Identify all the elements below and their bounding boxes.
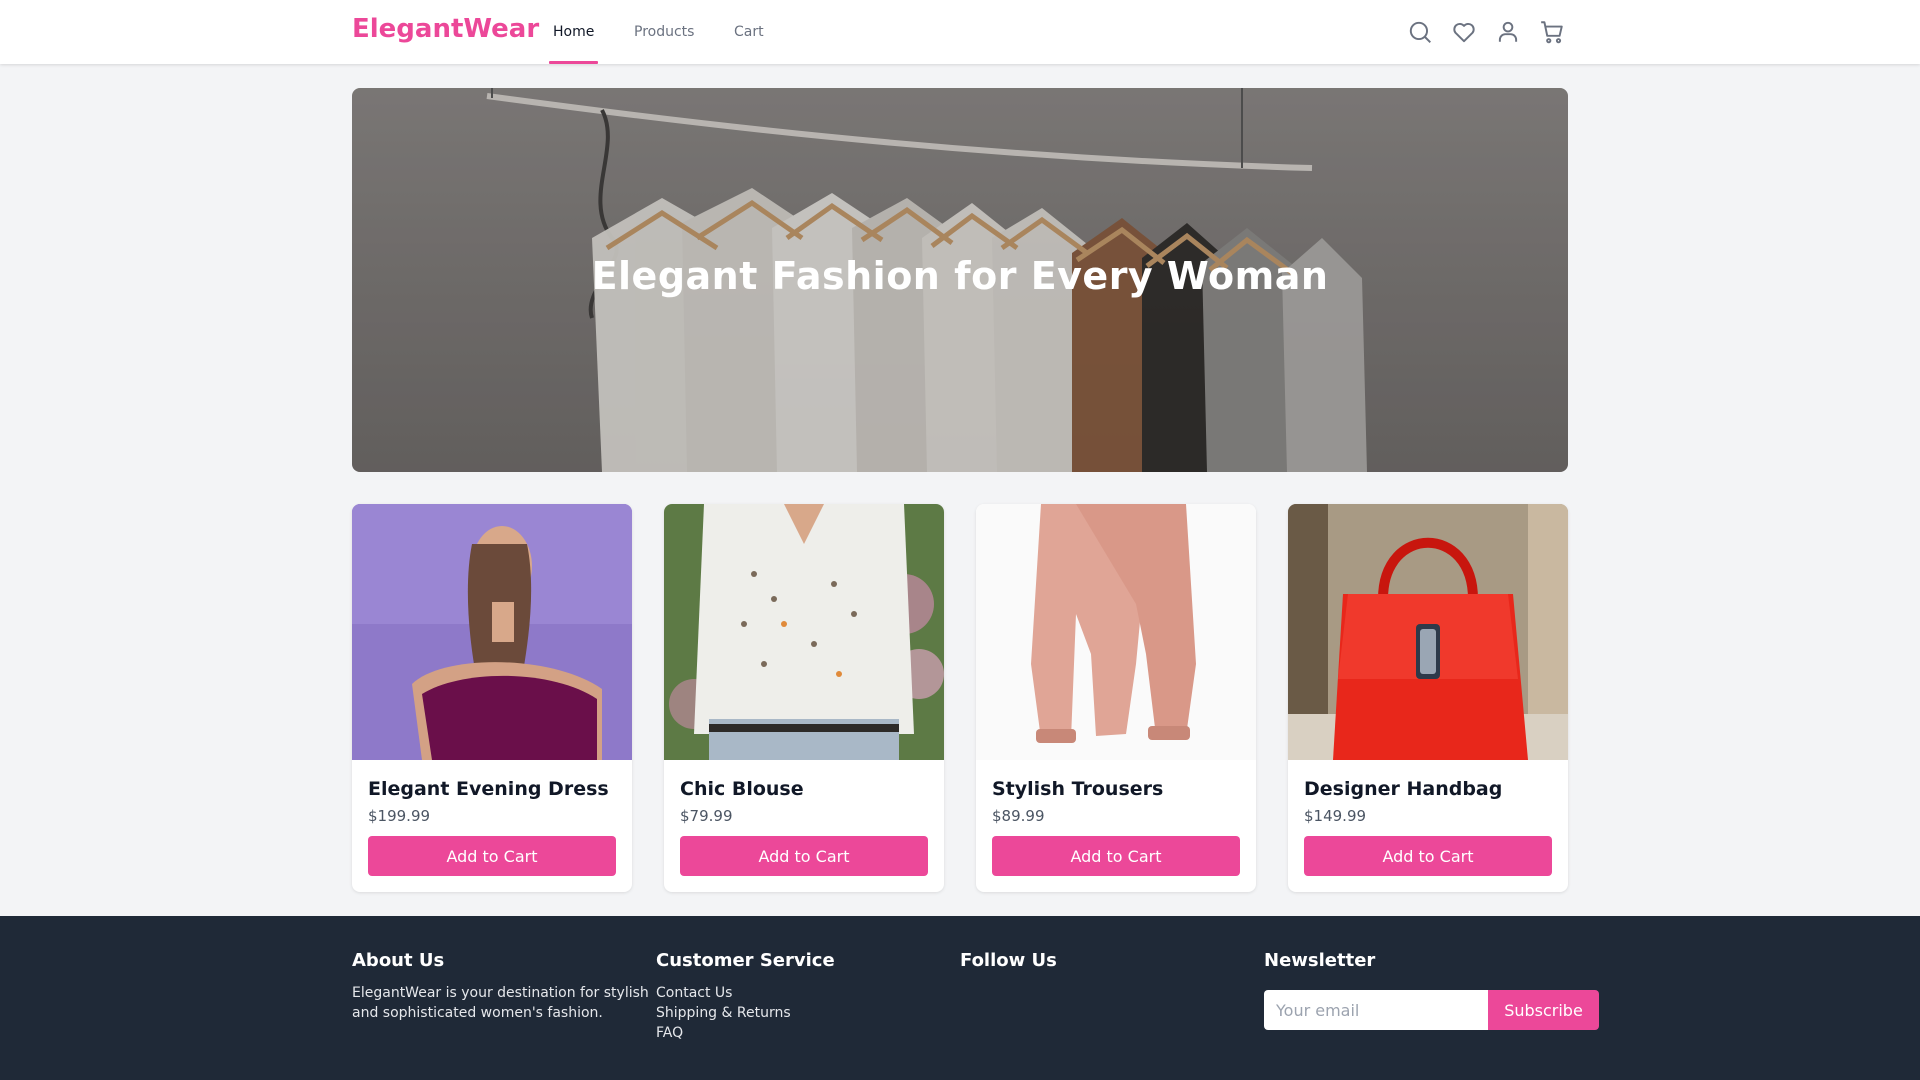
site-footer: About Us ElegantWear is your destination… [0,916,1920,1080]
product-name: Chic Blouse [680,778,804,800]
add-to-cart-button[interactable]: Add to Cart [368,836,616,876]
add-to-cart-button[interactable]: Add to Cart [1304,836,1552,876]
newsletter-email-input[interactable] [1264,990,1488,1030]
active-nav-indicator [549,61,598,64]
nav-products[interactable]: Products [634,24,694,40]
product-price: $89.99 [992,807,1045,825]
footer-newsletter: Newsletter Subscribe [1264,950,1604,1040]
footer-follow-heading: Follow Us [960,950,1057,971]
footer-service-heading: Customer Service [656,950,835,971]
site-header: ElegantWear Home Products Cart [0,0,1920,64]
footer-customer-service: Customer Service Contact Us Shipping & R… [656,950,835,1043]
footer-about-text: ElegantWear is your destination for styl… [352,985,649,1021]
add-to-cart-button[interactable]: Add to Cart [992,836,1240,876]
product-card: Chic Blouse $79.99 Add to Cart [664,504,944,892]
product-image-designer-handbag[interactable] [1288,504,1568,760]
footer-newsletter-heading: Newsletter [1264,950,1376,971]
product-image-chic-blouse[interactable] [664,504,944,760]
nav-cart[interactable]: Cart [734,24,764,40]
cart-icon[interactable] [1539,19,1565,45]
product-card: Elegant Evening Dress $199.99 Add to Car… [352,504,632,892]
subscribe-button[interactable]: Subscribe [1488,990,1599,1030]
product-price: $199.99 [368,807,431,825]
hero-banner: Elegant Fashion for Every Woman [352,88,1568,472]
product-name: Designer Handbag [1304,778,1503,800]
footer-link-contact[interactable]: Contact Us [656,983,835,1003]
footer-about: About Us ElegantWear is your destination… [352,950,652,1023]
product-name: Stylish Trousers [992,778,1164,800]
nav-home[interactable]: Home [553,24,594,40]
product-price: $149.99 [1304,807,1367,825]
add-to-cart-button[interactable]: Add to Cart [680,836,928,876]
product-image-evening-dress[interactable] [352,504,632,760]
product-card: Stylish Trousers $89.99 Add to Cart [976,504,1256,892]
hero-title: Elegant Fashion for Every Woman [591,254,1329,298]
footer-about-heading: About Us [352,950,445,971]
brand-logo[interactable]: ElegantWear [352,14,539,44]
footer-link-faq[interactable]: FAQ [656,1023,835,1043]
product-name: Elegant Evening Dress [368,778,609,800]
product-price: $79.99 [680,807,733,825]
product-image-stylish-trousers[interactable] [976,504,1256,760]
user-icon[interactable] [1495,19,1521,45]
product-card: Designer Handbag $149.99 Add to Cart [1288,504,1568,892]
search-icon[interactable] [1407,19,1433,45]
heart-icon[interactable] [1451,19,1477,45]
footer-link-shipping[interactable]: Shipping & Returns [656,1003,835,1023]
footer-follow: Follow Us [960,950,1057,983]
